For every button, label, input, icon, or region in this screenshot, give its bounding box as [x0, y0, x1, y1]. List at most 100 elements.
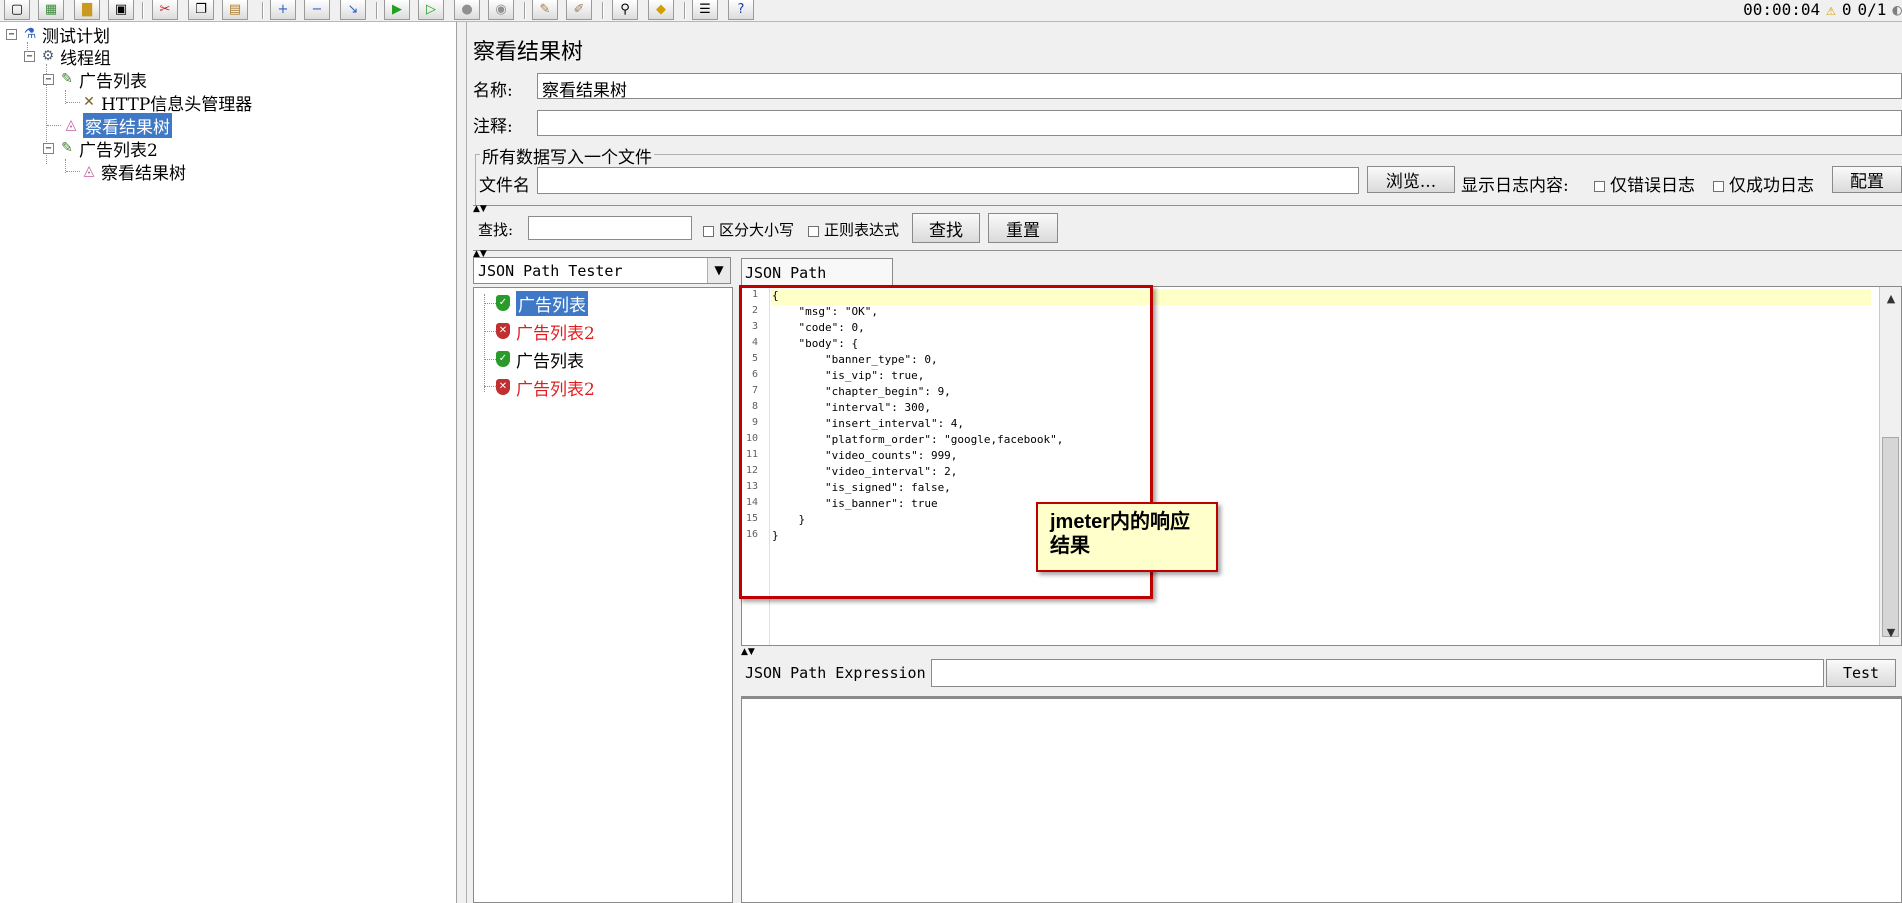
start-icon[interactable]: ▶ [384, 0, 410, 20]
checkbox-label: 区分大小写 [719, 221, 795, 239]
test-plan-icon: ⚗ [23, 26, 37, 42]
result-item[interactable]: ✓ 广告列表 [496, 347, 584, 372]
function-helper-icon[interactable]: ☰ [692, 0, 718, 20]
status-area: 00:00:04 ⚠ 0 0/1 ◐ [1743, 0, 1902, 19]
comment-field[interactable] [537, 110, 1902, 136]
checkbox-box[interactable] [808, 225, 819, 237]
callout-text: jmeter内的响应 [1050, 511, 1191, 533]
file-label: 文件名 [479, 176, 530, 196]
regex-checkbox[interactable]: 正则表达式 [808, 219, 899, 240]
success-shield-icon: ✓ [496, 295, 510, 311]
expression-label: JSON Path Expression [745, 664, 926, 682]
stop-icon[interactable]: ● [454, 0, 480, 20]
result-item[interactable]: ✕ 广告列表2 [496, 375, 595, 400]
tree-node-view-results-tree-2[interactable]: ◬ 察看结果树 [80, 159, 186, 184]
checkbox-label: 仅错误日志 [1610, 176, 1695, 196]
http-sampler-icon: ✎ [61, 140, 73, 156]
result-label: 广告列表2 [516, 323, 595, 344]
collapse-toggle[interactable]: − [43, 142, 54, 154]
reset-button[interactable]: 重置 [988, 213, 1058, 243]
warning-icon: ⚠ [1826, 0, 1836, 19]
save-icon[interactable]: ▣ [108, 0, 134, 20]
result-item[interactable]: ✕ 广告列表2 [496, 319, 595, 344]
splitter-arrows-icon[interactable]: ▲▼ [473, 204, 487, 214]
tree-node-ad-list[interactable]: − ✎ 广告列表 [43, 67, 147, 92]
checkbox-label: 正则表达式 [824, 221, 900, 239]
checkbox-box[interactable] [703, 225, 714, 237]
reset-search-icon[interactable]: ◆ [648, 0, 674, 20]
find-button[interactable]: 查找 [912, 213, 980, 243]
search-input[interactable] [528, 216, 692, 240]
cut-icon[interactable]: ✂ [152, 0, 178, 20]
start-no-pause-icon[interactable]: ▷ [418, 0, 444, 20]
divider [473, 250, 1902, 252]
tree-node-test-plan[interactable]: − ⚗ 测试计划 [6, 22, 110, 47]
open-template-icon[interactable]: ▦ [38, 0, 64, 20]
scroll-up-icon[interactable]: ▲ [1883, 291, 1899, 307]
log-display-label: 显示日志内容: [1461, 176, 1569, 196]
listener-icon: ◬ [65, 117, 77, 133]
name-label: 名称: [473, 81, 513, 101]
scrollbar-thumb[interactable] [1882, 437, 1899, 637]
result-label: 广告列表 [516, 351, 584, 372]
json-path-expression-input[interactable] [931, 659, 1824, 687]
shutdown-icon[interactable]: ◉ [488, 0, 514, 20]
tree-node-label: 广告列表2 [79, 140, 158, 161]
case-sensitive-checkbox[interactable]: 区分大小写 [703, 219, 794, 240]
success-only-checkbox[interactable]: 仅成功日志 [1713, 171, 1814, 196]
clear-all-icon[interactable]: ✐ [566, 0, 592, 20]
configure-button[interactable]: 配置 [1832, 166, 1902, 193]
tree-node-label: HTTP信息头管理器 [101, 94, 253, 115]
status-indicator-icon: ◐ [1892, 0, 1902, 19]
collapse-toggle[interactable]: − [24, 50, 35, 62]
renderer-select[interactable]: JSON Path Tester [473, 257, 731, 284]
listener-icon: ◬ [83, 163, 95, 179]
chevron-down-icon[interactable]: ▼ [707, 258, 730, 283]
tree-node-label: 察看结果树 [101, 163, 186, 184]
sample-result-tree: ✓ 广告列表 ✕ 广告列表2 ✓ 广告列表 ✕ 广告列表2 [473, 287, 733, 903]
expand-icon[interactable]: + [270, 0, 296, 20]
tree-node-label: 察看结果树 [83, 112, 172, 138]
tab-json-path-tester[interactable]: JSON Path Tester [741, 258, 893, 300]
tree-node-thread-group[interactable]: − ⚙ 线程组 [24, 44, 111, 69]
tree-node-header-manager[interactable]: ✕ HTTP信息头管理器 [80, 90, 253, 115]
checkbox-box[interactable] [1594, 181, 1605, 192]
collapse-toggle[interactable]: − [6, 28, 17, 40]
open-icon[interactable]: ▇ [74, 0, 100, 20]
clear-icon[interactable]: ✎ [532, 0, 558, 20]
result-item[interactable]: ✓ 广告列表 [496, 290, 588, 316]
error-shield-icon: ✕ [496, 323, 510, 339]
collapse-toggle[interactable]: − [43, 73, 54, 85]
tree-node-label: 广告列表 [79, 71, 147, 92]
checkbox-box[interactable] [1713, 181, 1724, 192]
collapse-icon[interactable]: − [304, 0, 330, 20]
scroll-down-icon[interactable]: ▼ [1883, 625, 1899, 641]
new-icon[interactable]: ▢ [4, 0, 30, 20]
expression-result-area[interactable] [741, 696, 1902, 903]
search-label: 查找: [478, 221, 514, 239]
toolbar: ▢ ▦ ▇ ▣ ✂ ❐ ▤ + − ↘ ▶ ▷ ● ◉ ✎ ✐ ⚲ ◆ ☰ ? … [0, 0, 1902, 22]
result-label: 广告列表2 [516, 379, 595, 400]
toggle-icon[interactable]: ↘ [340, 0, 366, 20]
paste-icon[interactable]: ▤ [222, 0, 248, 20]
copy-icon[interactable]: ❐ [188, 0, 214, 20]
splitter-arrows-icon[interactable]: ▲▼ [741, 647, 755, 657]
search-icon[interactable]: ⚲ [612, 0, 638, 20]
tree-node-ad-list-2[interactable]: − ✎ 广告列表2 [43, 136, 158, 161]
tree-node-label: 线程组 [60, 48, 111, 69]
test-button[interactable]: Test [1826, 659, 1896, 687]
callout-text: 结果 [1050, 535, 1090, 557]
tree-node-view-results-tree[interactable]: ◬ 察看结果树 [62, 112, 172, 138]
browse-button[interactable]: 浏览... [1367, 166, 1455, 193]
help-icon[interactable]: ? [728, 0, 754, 20]
elapsed-time: 00:00:04 [1743, 0, 1821, 19]
file-group-title: 所有数据写入一个文件 [480, 143, 654, 168]
warning-count: 0 [1841, 0, 1852, 19]
name-field[interactable]: 察看结果树 [537, 73, 1902, 99]
vertical-scrollbar[interactable]: ▲ ▼ [1879, 287, 1901, 645]
file-name-field[interactable] [537, 167, 1359, 194]
success-shield-icon: ✓ [496, 351, 510, 367]
vertical-splitter[interactable] [457, 22, 467, 903]
checkbox-label: 仅成功日志 [1729, 176, 1814, 196]
errors-only-checkbox[interactable]: 仅错误日志 [1594, 171, 1695, 196]
